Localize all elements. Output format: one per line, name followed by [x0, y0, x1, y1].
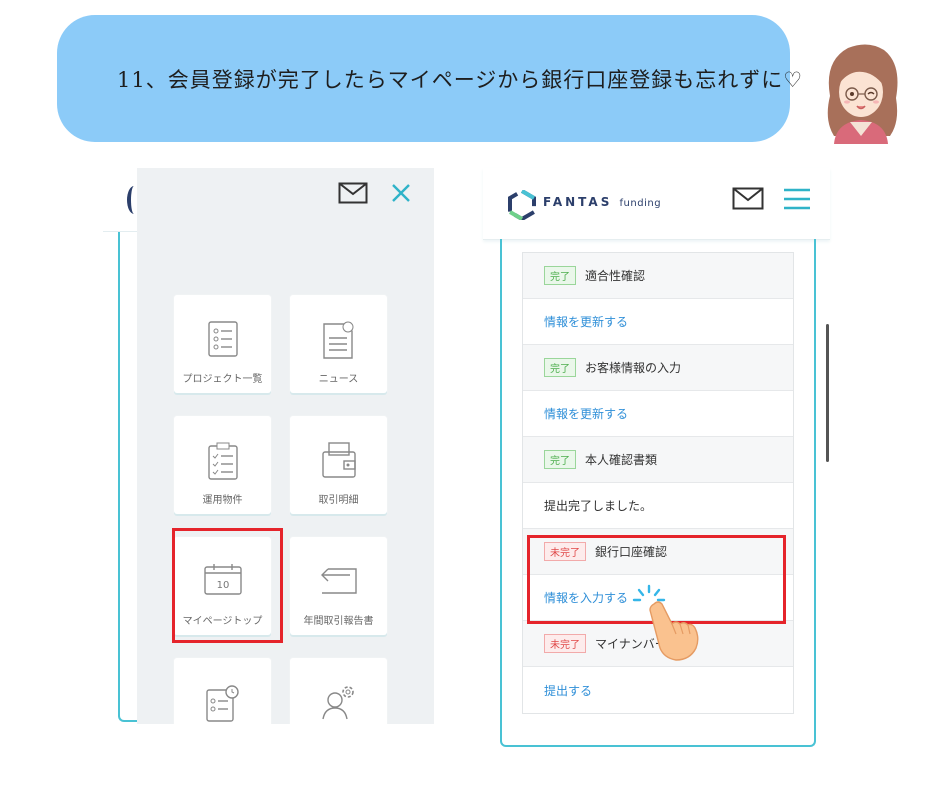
status-title: 適合性確認	[585, 269, 646, 283]
wallet-icon	[321, 442, 356, 478]
hamburger-menu-icon[interactable]	[784, 188, 810, 210]
pointing-hand-icon	[649, 601, 699, 661]
status-title: 本人確認書類	[585, 453, 658, 467]
menu-tile-label: 年間取引報告書	[303, 616, 374, 627]
menu-tile-project-list[interactable]: プロジェクト一覧	[174, 295, 271, 393]
menu-tile-transactions[interactable]: 取引明細	[290, 416, 387, 514]
clipboard-checklist-icon	[207, 442, 238, 480]
user-settings-icon	[321, 686, 354, 720]
menu-tile-annual-report[interactable]: 年間取引報告書	[290, 537, 387, 635]
avatar	[827, 44, 898, 144]
status-badge: 完了	[544, 266, 576, 285]
status-row-identity-docs: 完了 本人確認書類	[523, 437, 793, 483]
fantas-logo-icon	[508, 190, 536, 220]
status-badge: 完了	[544, 358, 576, 377]
menu-tile-account-settings[interactable]	[290, 658, 387, 724]
menu-tile-history[interactable]	[174, 658, 271, 724]
logo-text: FANTAS funding	[543, 195, 661, 209]
news-document-icon	[322, 321, 353, 359]
menu-tile-properties[interactable]: 運用物件	[174, 416, 271, 514]
menu-tile-label: 運用物件	[202, 495, 243, 506]
menu-tile-label: 取引明細	[318, 495, 359, 506]
return-arrow-icon	[320, 568, 357, 594]
mail-icon[interactable]	[732, 187, 764, 210]
clock-checklist-icon	[205, 685, 239, 722]
close-icon[interactable]	[390, 182, 412, 204]
update-info-link[interactable]: 情報を更新する	[544, 313, 628, 330]
action-row: 提出する	[523, 667, 793, 713]
status-badge: 完了	[544, 450, 576, 469]
instruction-banner: 11、会員登録が完了したらマイページから銀行口座登録も忘れずに♡	[57, 15, 802, 142]
status-badge: 未完了	[544, 634, 586, 653]
banner-text: 11、会員登録が完了したらマイページから銀行口座登録も忘れずに♡	[117, 67, 804, 92]
mail-icon[interactable]	[338, 182, 368, 204]
menu-tile-label: ニュース	[318, 374, 359, 385]
action-row: 情報を更新する	[523, 299, 793, 345]
highlight-mypage-top	[172, 528, 283, 643]
logo-sub: funding	[619, 198, 662, 209]
app-header: FANTAS funding	[483, 168, 830, 240]
logo-brand: FANTAS	[543, 195, 613, 209]
status-row-suitability: 完了 適合性確認	[523, 253, 793, 299]
submitted-text: 提出完了しました。	[544, 499, 653, 513]
list-document-icon	[207, 321, 238, 357]
app-content: 完了 適合性確認 情報を更新する 完了 お客様情報の入力 情報を更新する 完了 …	[500, 239, 816, 747]
action-row: 提出完了しました。	[523, 483, 793, 529]
submit-link[interactable]: 提出する	[544, 682, 592, 699]
status-title: お客様情報の入力	[585, 361, 682, 375]
update-info-link[interactable]: 情報を更新する	[544, 405, 628, 422]
menu-tile-news[interactable]: ニュース	[290, 295, 387, 393]
menu-tile-label: プロジェクト一覧	[182, 374, 263, 385]
status-row-customer-info: 完了 お客様情報の入力	[523, 345, 793, 391]
action-row: 情報を更新する	[523, 391, 793, 437]
scrollbar[interactable]	[826, 324, 829, 462]
